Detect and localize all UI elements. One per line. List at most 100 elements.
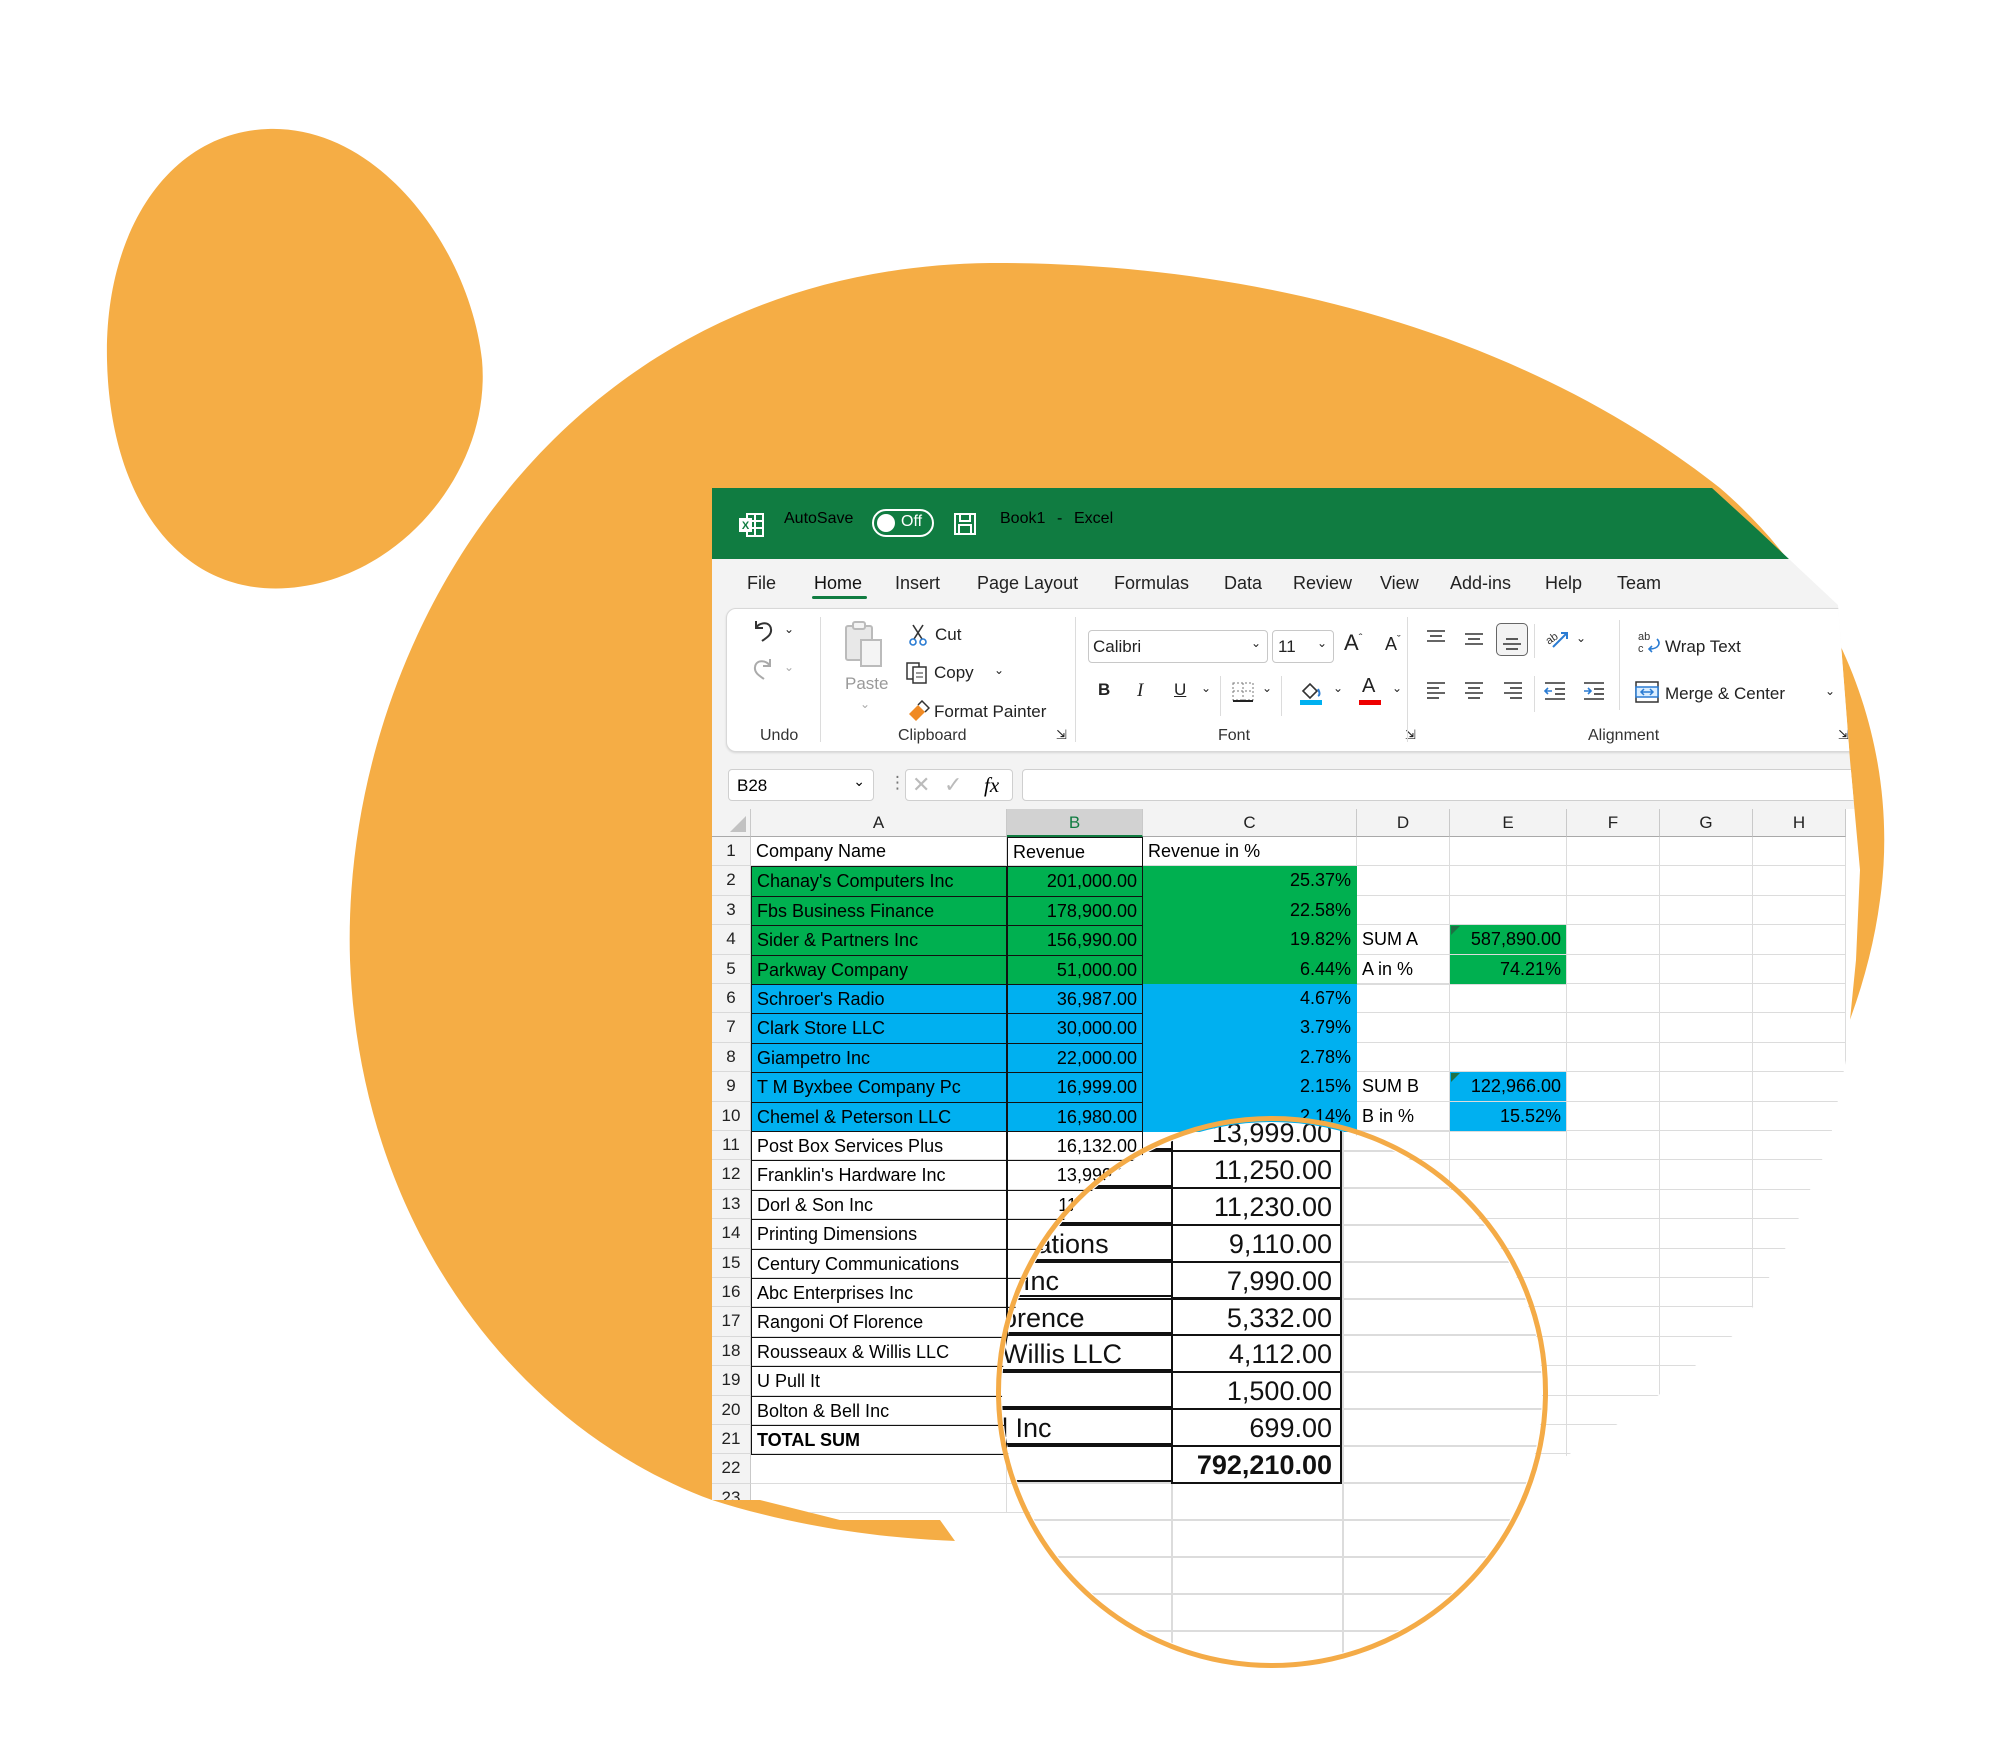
formula-bar-splitter[interactable]: ⋮ bbox=[889, 773, 906, 793]
revenue-pct-cell[interactable]: 3.79% bbox=[1143, 1013, 1357, 1044]
name-box[interactable]: B28 ⌄ bbox=[728, 769, 874, 801]
cell-f5[interactable] bbox=[1567, 955, 1660, 984]
enter-icon[interactable]: ✓ bbox=[944, 772, 962, 798]
row-header-13[interactable]: 13 bbox=[712, 1190, 751, 1219]
italic-button[interactable]: I bbox=[1137, 680, 1143, 702]
row-header-4[interactable]: 4 bbox=[712, 925, 751, 955]
cell-e2[interactable] bbox=[1450, 866, 1567, 896]
align-bottom-button[interactable] bbox=[1496, 623, 1528, 656]
row-header-22[interactable]: 22 bbox=[712, 1454, 751, 1484]
increase-font-size-icon[interactable]: Aˆ bbox=[1344, 630, 1362, 656]
row-header-14[interactable]: 14 bbox=[712, 1219, 751, 1249]
cell-f3[interactable] bbox=[1567, 896, 1660, 925]
align-top-icon[interactable] bbox=[1425, 628, 1447, 646]
company-name-cell[interactable]: Schroer's Radio bbox=[751, 984, 1007, 1014]
cell-h10[interactable] bbox=[1753, 1102, 1846, 1131]
company-name-cell[interactable]: Dorl & Son Inc bbox=[751, 1190, 1007, 1220]
autosave-toggle[interactable]: Off bbox=[872, 509, 934, 537]
company-name-cell[interactable]: Sider & Partners Inc bbox=[751, 925, 1007, 956]
cell-d8[interactable] bbox=[1357, 1043, 1450, 1072]
cell-f1[interactable] bbox=[1567, 837, 1660, 866]
underline-dropdown-icon[interactable]: ⌄ bbox=[1201, 681, 1211, 695]
clipboard-launcher-icon[interactable]: ⇲ bbox=[1056, 727, 1067, 743]
orientation-dropdown-icon[interactable]: ⌄ bbox=[1576, 631, 1586, 645]
fill-color-icon[interactable] bbox=[1298, 679, 1324, 707]
row-header-1[interactable]: 1 bbox=[712, 837, 751, 866]
undo-dropdown-icon[interactable]: ⌄ bbox=[784, 622, 794, 636]
cell-h4[interactable] bbox=[1753, 925, 1846, 955]
cell-d1[interactable] bbox=[1357, 837, 1450, 866]
cell-f17[interactable] bbox=[1567, 1307, 1660, 1337]
cell-f12[interactable] bbox=[1567, 1160, 1660, 1190]
row-header-21[interactable]: 21 bbox=[712, 1425, 751, 1454]
row-header-2[interactable]: 2 bbox=[712, 866, 751, 896]
underline-button[interactable]: U bbox=[1174, 680, 1186, 700]
insert-function-button[interactable]: fx bbox=[984, 773, 999, 798]
sum-a-value[interactable]: 587,890.00 bbox=[1450, 925, 1567, 955]
cell-f6[interactable] bbox=[1567, 984, 1660, 1013]
company-name-cell[interactable]: Fbs Business Finance bbox=[751, 896, 1007, 926]
row-header-9[interactable]: 9 bbox=[712, 1072, 751, 1102]
select-all-button[interactable] bbox=[712, 809, 751, 837]
align-center-icon[interactable] bbox=[1463, 680, 1485, 702]
cell-g6[interactable] bbox=[1660, 984, 1753, 1013]
cell-f10[interactable] bbox=[1567, 1102, 1660, 1131]
cancel-icon[interactable]: ✕ bbox=[912, 772, 930, 798]
cell-f13[interactable] bbox=[1567, 1190, 1660, 1219]
row-header-15[interactable]: 15 bbox=[712, 1249, 751, 1278]
borders-icon[interactable] bbox=[1231, 681, 1255, 703]
cell-f19[interactable] bbox=[1567, 1366, 1660, 1396]
font-name-select[interactable]: Calibri ⌄ bbox=[1088, 630, 1268, 663]
increase-indent-icon[interactable] bbox=[1582, 680, 1606, 702]
cell-e12[interactable] bbox=[1450, 1160, 1567, 1190]
tab-formulas[interactable]: Formulas bbox=[1114, 573, 1189, 594]
cell-g7[interactable] bbox=[1660, 1013, 1753, 1043]
revenue-cell[interactable]: 30,000.00 bbox=[1007, 1013, 1143, 1044]
cell-g9[interactable] bbox=[1660, 1072, 1753, 1102]
font-color-button[interactable]: A bbox=[1362, 675, 1375, 698]
row-header-5[interactable]: 5 bbox=[712, 955, 751, 984]
bold-button[interactable]: B bbox=[1098, 680, 1110, 700]
tab-insert[interactable]: Insert bbox=[895, 573, 940, 594]
cell-e7[interactable] bbox=[1450, 1013, 1567, 1043]
row-header-19[interactable]: 19 bbox=[712, 1366, 751, 1396]
cell-f14[interactable] bbox=[1567, 1219, 1660, 1249]
row-header-7[interactable]: 7 bbox=[712, 1013, 751, 1043]
row-header-8[interactable]: 8 bbox=[712, 1043, 751, 1072]
revenue-pct-cell[interactable]: 6.44% bbox=[1143, 955, 1357, 985]
cell-f8[interactable] bbox=[1567, 1043, 1660, 1072]
revenue-pct-cell[interactable]: 2.15% bbox=[1143, 1072, 1357, 1103]
cell-g14[interactable] bbox=[1660, 1219, 1753, 1249]
cell-h1[interactable] bbox=[1753, 837, 1846, 866]
row-header-3[interactable]: 3 bbox=[712, 896, 751, 925]
company-name-cell[interactable]: Giampetro Inc bbox=[751, 1043, 1007, 1073]
row-header-16[interactable]: 16 bbox=[712, 1278, 751, 1307]
company-name-cell[interactable]: Rousseaux & Willis LLC bbox=[751, 1337, 1007, 1367]
cell-f18[interactable] bbox=[1567, 1337, 1660, 1366]
font-color-dropdown-icon[interactable]: ⌄ bbox=[1392, 681, 1402, 695]
company-name-cell[interactable]: Abc Enterprises Inc bbox=[751, 1278, 1007, 1308]
decrease-font-size-icon[interactable]: Aˇ bbox=[1385, 634, 1401, 655]
row-header-11[interactable]: 11 bbox=[712, 1131, 751, 1160]
company-name-cell[interactable]: Rangoni Of Florence bbox=[751, 1307, 1007, 1338]
tab-home[interactable]: Home bbox=[814, 573, 862, 594]
font-size-select[interactable]: 11 ⌄ bbox=[1272, 630, 1334, 663]
revenue-cell[interactable]: 51,000.00 bbox=[1007, 955, 1143, 985]
company-name-cell[interactable]: Chemel & Peterson LLC bbox=[751, 1102, 1007, 1132]
row-header-12[interactable]: 12 bbox=[712, 1160, 751, 1190]
column-header-h[interactable]: H bbox=[1753, 809, 1846, 837]
cell-f4[interactable] bbox=[1567, 925, 1660, 955]
column-header-f[interactable]: F bbox=[1567, 809, 1660, 837]
revenue-pct-cell[interactable]: 19.82% bbox=[1143, 925, 1357, 956]
column-header-g[interactable]: G bbox=[1660, 809, 1753, 837]
merge-center-button[interactable]: Merge & Center bbox=[1665, 684, 1785, 704]
cell-h8[interactable] bbox=[1753, 1043, 1846, 1072]
cell-g12[interactable] bbox=[1660, 1160, 1753, 1190]
cell-d6[interactable] bbox=[1357, 984, 1450, 1013]
revenue-pct-cell[interactable]: 25.37% bbox=[1143, 866, 1357, 897]
sum-b-label[interactable]: SUM B bbox=[1357, 1072, 1450, 1102]
column-header-b[interactable]: B bbox=[1007, 809, 1143, 837]
row-header-18[interactable]: 18 bbox=[712, 1337, 751, 1366]
tab-file[interactable]: File bbox=[747, 573, 776, 594]
cell-g13[interactable] bbox=[1660, 1190, 1753, 1219]
